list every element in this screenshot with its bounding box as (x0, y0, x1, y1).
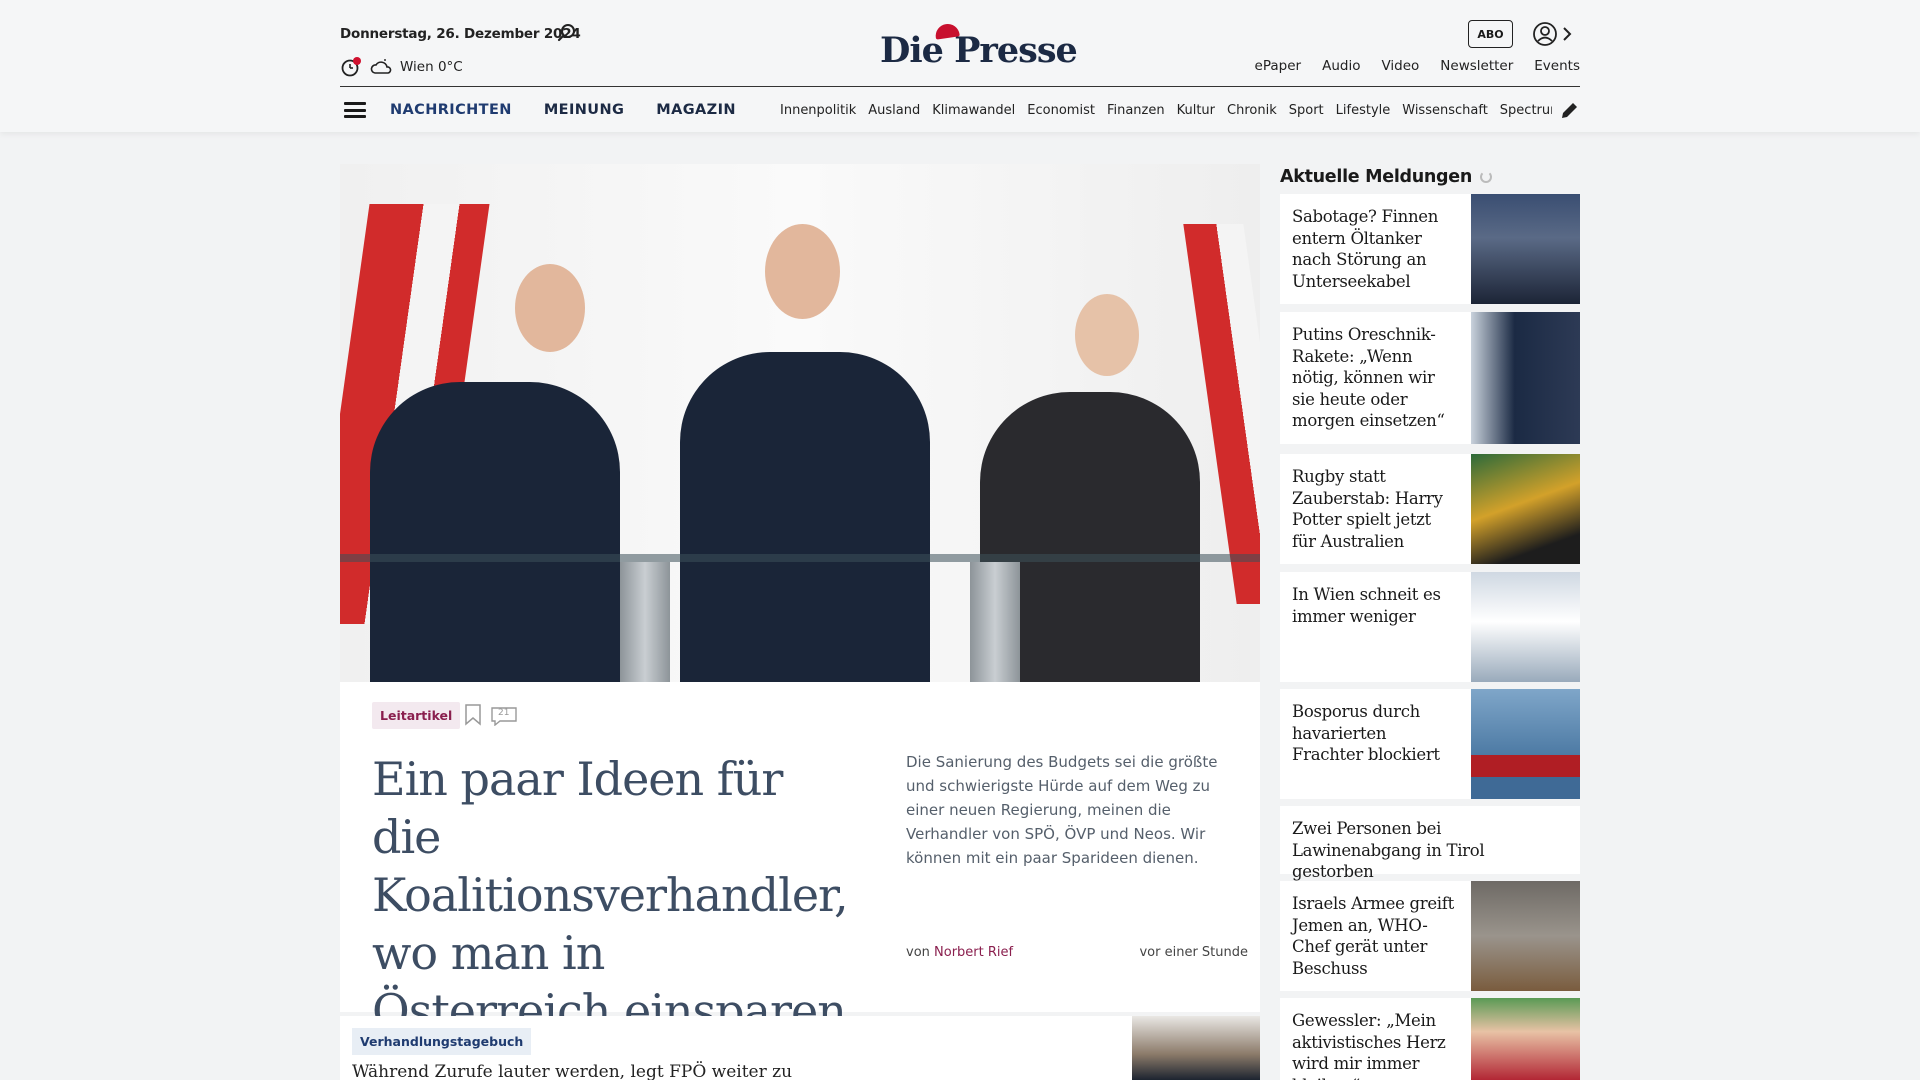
second-article-thumbnail[interactable] (1132, 1016, 1260, 1080)
ticker-item[interactable]: In Wien schneit es immer weniger (1280, 572, 1580, 682)
hero-image[interactable] (340, 164, 1260, 682)
hero-article[interactable]: Leitartikel 21 Ein paar Ideen für die Ko… (340, 164, 1260, 1080)
byline-prefix: von (906, 945, 930, 960)
comment-count: 21 (498, 708, 510, 718)
ticker-item[interactable]: Gewessler: „Mein aktivistisches Herz wir… (1280, 998, 1580, 1080)
ticker-item[interactable]: Sabotage? Finnen entern Öltanker nach St… (1280, 194, 1580, 304)
ticker-item[interactable]: Putins Oreschnik-Rakete: „Wenn nötig, kö… (1280, 312, 1580, 444)
ticker-item-thumbnail[interactable] (1471, 194, 1580, 304)
ticker-item-thumbnail[interactable] (1471, 312, 1580, 444)
ticker-title: Aktuelle Meldungen (1280, 167, 1473, 187)
nav-lifestyle[interactable]: Lifestyle (1336, 103, 1391, 118)
ticker-heading: Aktuelle Meldungen (1280, 164, 1580, 190)
ticker-item-title[interactable]: In Wien schneit es immer weniger (1280, 572, 1471, 682)
current-date: Donnerstag, 26. Dezember 2024 (340, 26, 581, 42)
top-links: ePaper Audio Video Newsletter Events (1255, 58, 1580, 74)
ticker-item-title[interactable]: Bosporus durch havarierten Frachter bloc… (1280, 689, 1471, 799)
section-nav: NACHRICHTEN MEINUNG MAGAZIN (390, 102, 736, 118)
nav-klimawandel[interactable]: Klimawandel (932, 103, 1015, 118)
main-navigation: NACHRICHTEN MEINUNG MAGAZIN Innenpolitik… (340, 92, 1580, 128)
person-left (370, 382, 620, 682)
ticker-item[interactable]: Israels Armee greift Jemen an, WHO-Chef … (1280, 881, 1580, 991)
hero-text: Leitartikel 21 Ein paar Ideen für die Ko… (340, 682, 1260, 1080)
ticker-item[interactable]: Zwei Personen bei Lawinenabgang in Tirol… (1280, 806, 1580, 881)
hero-teaser: Die Sanierung des Budgets sei die größte… (906, 753, 1218, 867)
bookmark-icon[interactable] (464, 704, 482, 726)
nav-sport[interactable]: Sport (1289, 103, 1324, 118)
person-left-head (515, 264, 585, 352)
top-link-audio[interactable]: Audio (1322, 58, 1360, 74)
glass-lectern (340, 554, 1260, 562)
weather-text: Wien 0°C (400, 59, 463, 75)
top-link-video[interactable]: Video (1381, 58, 1419, 74)
weather-widget[interactable]: Wien 0°C (340, 56, 463, 78)
person-right-head (1075, 294, 1139, 376)
author-link[interactable]: Norbert Rief (934, 945, 1013, 960)
loading-icon (1480, 171, 1493, 183)
ticker-item[interactable]: Rugby statt Zauberstab: Harry Potter spi… (1280, 454, 1580, 564)
abo-button[interactable]: ABO (1468, 20, 1513, 48)
nav-wissenschaft[interactable]: Wissenschaft (1402, 103, 1488, 118)
byline: von Norbert Rief (906, 945, 1013, 960)
category-nav: Innenpolitik Ausland Klimawandel Economi… (780, 103, 1552, 118)
site-header: Donnerstag, 26. Dezember 2024 Wien 0°C D… (0, 0, 1920, 132)
ticker-item-title[interactable]: Israels Armee greift Jemen an, WHO-Chef … (1280, 881, 1471, 991)
ticker-item-thumbnail[interactable] (1471, 454, 1580, 564)
person-center (680, 352, 930, 682)
top-link-events[interactable]: Events (1534, 58, 1580, 74)
ticker-item-title[interactable]: Rugby statt Zauberstab: Harry Potter spi… (1280, 454, 1471, 564)
user-menu[interactable] (1532, 20, 1576, 48)
logo-text: Die Presse (880, 30, 1078, 71)
user-account-icon[interactable] (1532, 21, 1558, 47)
nav-nachrichten[interactable]: NACHRICHTEN (390, 102, 512, 118)
nav-chronik[interactable]: Chronik (1227, 103, 1277, 118)
lectern-leg (620, 562, 670, 682)
nav-economist[interactable]: Economist (1027, 103, 1095, 118)
article-tag[interactable]: Verhandlungstagebuch (352, 1028, 532, 1055)
ticker-item-thumbnail[interactable] (1471, 689, 1580, 799)
lectern-leg (970, 562, 1020, 682)
top-link-epaper[interactable]: ePaper (1255, 58, 1302, 74)
nav-meinung[interactable]: MEINUNG (544, 102, 624, 118)
search-icon[interactable] (556, 22, 578, 44)
nav-innenpolitik[interactable]: Innenpolitik (780, 103, 856, 118)
nav-kultur[interactable]: Kultur (1177, 103, 1215, 118)
ticker-item-title[interactable]: Zwei Personen bei Lawinenabgang in Tirol… (1280, 806, 1580, 881)
person-center-head (765, 224, 840, 319)
cloud-sun-icon (370, 59, 392, 74)
article-tag[interactable]: Leitartikel (372, 702, 461, 729)
second-article[interactable]: Verhandlungstagebuch Während Zurufe laut… (340, 1016, 1260, 1080)
nav-magazin[interactable]: MAGAZIN (656, 102, 736, 118)
comment-button[interactable]: 21 (490, 706, 518, 726)
ticker-item-thumbnail[interactable] (1471, 998, 1580, 1080)
header-divider (340, 86, 1580, 87)
nav-finanzen[interactable]: Finanzen (1107, 103, 1165, 118)
chevron-right-icon[interactable] (1562, 27, 1572, 41)
site-logo[interactable]: Die Presse (880, 22, 1078, 71)
nav-ausland[interactable]: Ausland (868, 103, 920, 118)
hamburger-menu-icon[interactable] (340, 97, 370, 123)
ticker-item-title[interactable]: Putins Oreschnik-Rakete: „Wenn nötig, kö… (1280, 312, 1471, 444)
notification-clock-icon[interactable] (340, 56, 362, 78)
ticker-item-title[interactable]: Sabotage? Finnen entern Öltanker nach St… (1280, 194, 1471, 304)
ticker-item-thumbnail[interactable] (1471, 572, 1580, 682)
second-article-title[interactable]: Während Zurufe lauter werden, legt FPÖ w… (352, 1062, 792, 1080)
top-link-newsletter[interactable]: Newsletter (1440, 58, 1513, 74)
ticker-item[interactable]: Bosporus durch havarierten Frachter bloc… (1280, 689, 1580, 799)
nav-spectrum[interactable]: Spectrum (1500, 103, 1552, 118)
news-ticker: Aktuelle Meldungen Sabotage? Finnen ente… (1280, 164, 1580, 1080)
pencil-icon[interactable] (1558, 100, 1580, 122)
publish-time: vor einer Stunde (1139, 945, 1248, 960)
ticker-item-thumbnail[interactable] (1471, 881, 1580, 991)
ticker-item-title[interactable]: Gewessler: „Mein aktivistisches Herz wir… (1280, 998, 1471, 1080)
